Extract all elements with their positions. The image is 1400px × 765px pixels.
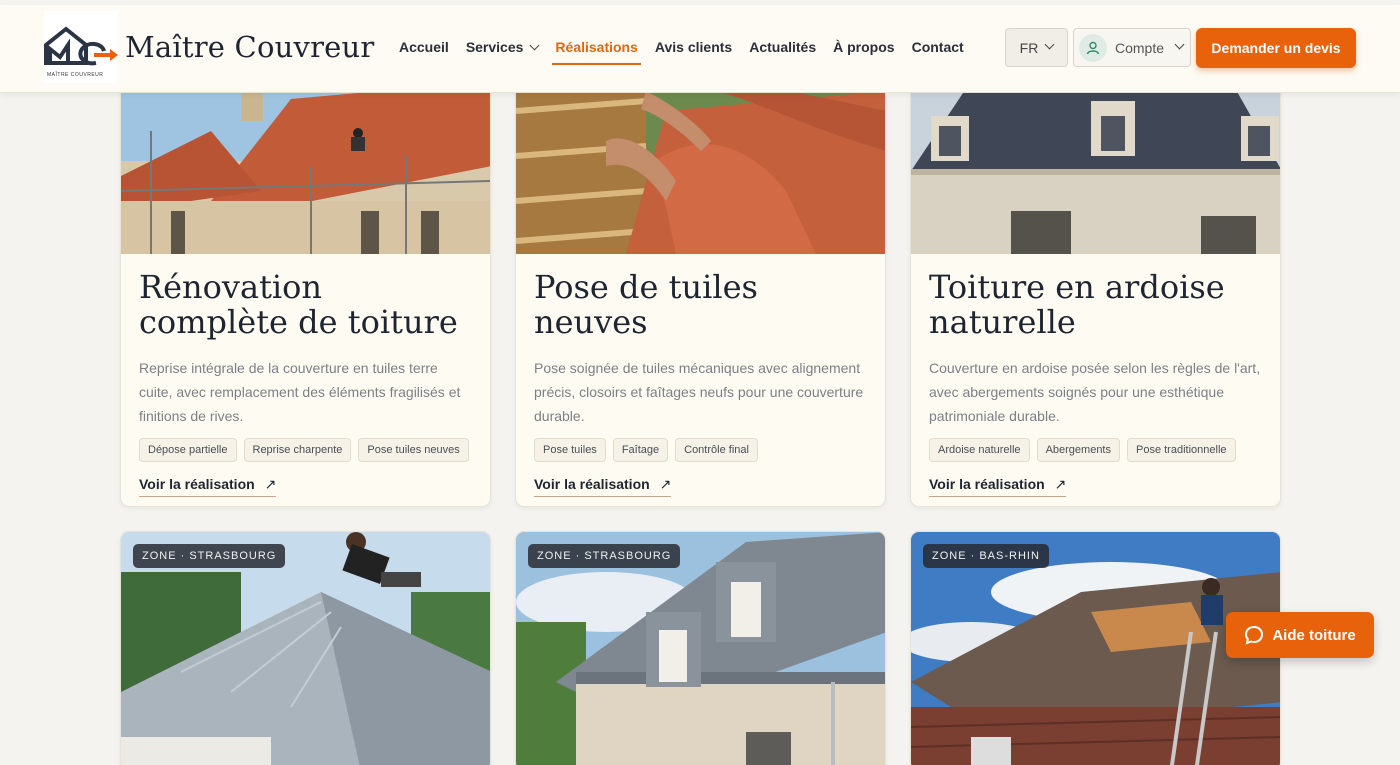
tag: Ardoise naturelle xyxy=(929,438,1030,462)
view-project-label: Voir la réalisation xyxy=(139,476,255,492)
project-image: ZONE · STRASBOURG xyxy=(121,532,490,765)
view-project-link[interactable]: Voir la réalisation ↗ xyxy=(534,476,672,497)
zone-badge: ZONE · STRASBOURG xyxy=(133,544,286,568)
nav-actualites[interactable]: Actualités xyxy=(749,39,816,55)
language-label: FR xyxy=(1019,39,1039,56)
tag: Pose tuiles neuves xyxy=(358,438,469,462)
project-title: Pose de tuiles neuves xyxy=(534,268,758,341)
chevron-down-icon xyxy=(529,40,540,51)
chat-bubble-icon xyxy=(1245,625,1264,645)
request-quote-button[interactable]: Demander un devis xyxy=(1196,28,1356,68)
card-body: Pose de tuiles neuves Pose soignée de tu… xyxy=(516,254,885,497)
project-description: Pose soignée de tuiles mécaniques avec a… xyxy=(534,360,864,424)
nav-a-propos[interactable]: À propos xyxy=(833,39,894,55)
logo-caption: MAÎTRE COUVREUR xyxy=(47,72,104,78)
project-image xyxy=(911,71,1280,254)
brand-name[interactable]: Maître Couvreur xyxy=(125,30,374,64)
user-icon xyxy=(1079,33,1107,62)
project-card: Pose de tuiles neuves Pose soignée de tu… xyxy=(515,70,886,507)
account-label: Compte xyxy=(1115,39,1165,56)
project-card: Rénovation complète de toiture Reprise i… xyxy=(120,70,491,507)
zone-badge: ZONE · BAS-RHIN xyxy=(923,544,1049,568)
site-header: MAÎTRE COUVREUR Maître Couvreur Accueil … xyxy=(0,5,1400,93)
nav-realisations[interactable]: Réalisations xyxy=(552,39,642,65)
view-project-label: Voir la réalisation xyxy=(929,476,1045,492)
nav-contact[interactable]: Contact xyxy=(912,39,964,55)
project-image xyxy=(121,71,490,254)
main-nav: Accueil Services Réalisations Avis clien… xyxy=(399,39,981,65)
card-body: Toiture en ardoise naturelle Couverture … xyxy=(911,254,1280,497)
card-body: Rénovation complète de toiture Reprise i… xyxy=(121,254,490,497)
tag: Reprise charpente xyxy=(243,438,352,462)
project-image: ZONE · BAS-RHIN xyxy=(911,532,1280,765)
tag: Abergements xyxy=(1036,438,1120,462)
help-chat-label: Aide toiture xyxy=(1272,626,1356,644)
tag: Pose traditionnelle xyxy=(1127,438,1236,462)
project-title: Toiture en ardoise naturelle xyxy=(929,268,1225,341)
project-image: ZONE · STRASBOURG xyxy=(516,532,885,765)
logo-mark-icon xyxy=(44,26,118,66)
nav-services[interactable]: Services xyxy=(465,39,540,55)
view-project-label: Voir la réalisation xyxy=(534,476,650,492)
tag-list: Ardoise naturelle Abergements Pose tradi… xyxy=(929,438,1262,462)
chevron-down-icon xyxy=(1044,39,1055,50)
account-menu[interactable]: Compte xyxy=(1073,28,1191,67)
tag: Pose tuiles xyxy=(534,438,606,462)
view-project-link[interactable]: Voir la réalisation ↗ xyxy=(929,476,1067,497)
project-description: Reprise intégrale de la couverture en tu… xyxy=(139,360,461,424)
project-card: ZONE · STRASBOURG xyxy=(515,531,886,765)
arrow-up-right-icon: ↗ xyxy=(264,476,277,492)
nav-avis-clients[interactable]: Avis clients xyxy=(655,39,732,55)
tag: Dépose partielle xyxy=(139,438,237,462)
logo[interactable]: MAÎTRE COUVREUR xyxy=(44,11,118,83)
project-card: Toiture en ardoise naturelle Couverture … xyxy=(910,70,1281,507)
nav-services-label: Services xyxy=(465,39,524,55)
view-project-link[interactable]: Voir la réalisation ↗ xyxy=(139,476,277,497)
nav-accueil[interactable]: Accueil xyxy=(399,39,449,55)
arrow-up-right-icon: ↗ xyxy=(1054,476,1067,492)
tag: Contrôle final xyxy=(675,438,758,462)
chevron-down-icon xyxy=(1174,39,1185,50)
help-chat-button[interactable]: Aide toiture xyxy=(1226,612,1374,658)
arrow-up-right-icon: ↗ xyxy=(659,476,672,492)
project-title: Rénovation complète de toiture xyxy=(139,268,458,341)
tag-list: Dépose partielle Reprise charpente Pose … xyxy=(139,438,472,462)
project-description: Couverture en ardoise posée selon les rè… xyxy=(929,360,1261,424)
language-select[interactable]: FR xyxy=(1005,28,1068,67)
tag: Faîtage xyxy=(612,438,669,462)
project-card: ZONE · STRASBOURG xyxy=(120,531,491,765)
zone-badge: ZONE · STRASBOURG xyxy=(528,544,681,568)
project-image xyxy=(516,71,885,254)
tag-list: Pose tuiles Faîtage Contrôle final xyxy=(534,438,867,462)
